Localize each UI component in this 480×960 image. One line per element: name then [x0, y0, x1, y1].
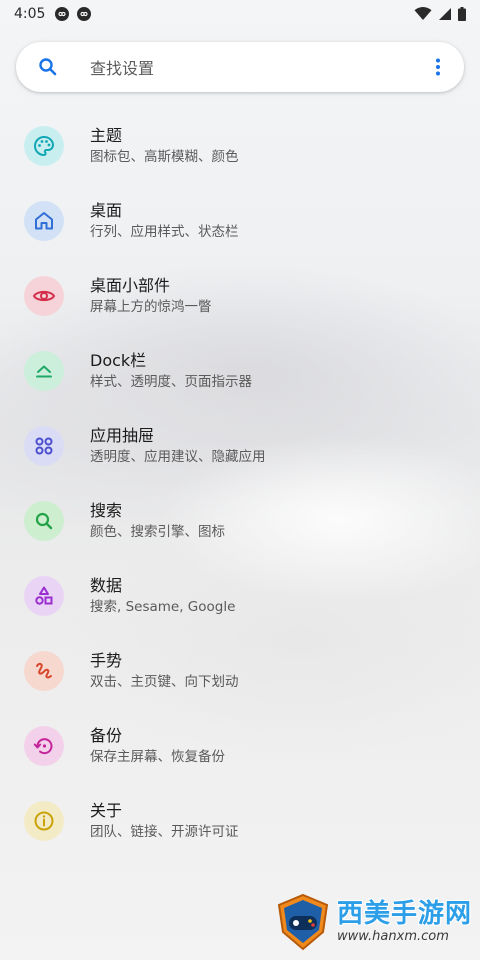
settings-item-gestures[interactable]: 手势 双击、主页键、向下划动: [0, 633, 480, 708]
more-vert-icon[interactable]: [426, 55, 450, 79]
settings-item-widgets[interactable]: 桌面小部件 屏幕上方的惊鸿一瞥: [0, 258, 480, 333]
item-title: 关于: [90, 800, 123, 820]
item-title: 手势: [90, 650, 123, 670]
wifi-icon: [414, 7, 432, 20]
settings-item-backup[interactable]: 备份 保存主屏幕、恢复备份: [0, 708, 480, 783]
palette-icon: [24, 125, 64, 166]
item-title: 主题: [90, 125, 123, 145]
watermark-url: www.hanxm.com: [336, 929, 449, 944]
item-subtitle: 双击、主页键、向下划动: [90, 673, 239, 690]
settings-item-theme[interactable]: 主题 图标包、高斯模糊、颜色: [0, 108, 480, 183]
backup-restore-icon: [24, 725, 64, 766]
item-subtitle: 行列、应用样式、状态栏: [90, 223, 239, 240]
item-title: 应用抽屉: [90, 425, 155, 445]
settings-item-app-drawer[interactable]: 应用抽屉 透明度、应用建议、隐藏应用: [0, 408, 480, 483]
item-subtitle: 团队、链接、开源许可证: [90, 823, 239, 840]
status-time: 4:05: [14, 6, 46, 22]
search-icon: [24, 500, 64, 541]
item-subtitle: 颜色、搜索引擎、图标: [90, 523, 225, 540]
shapes-icon: [24, 575, 64, 616]
item-subtitle: 图标包、高斯模糊、颜色: [90, 148, 239, 165]
item-subtitle: 屏幕上方的惊鸿一瞥: [90, 298, 212, 315]
item-title: 备份: [90, 725, 123, 745]
battery-icon: [458, 7, 466, 21]
item-title: 搜索: [90, 500, 123, 520]
settings-item-about[interactable]: 关于 团队、链接、开源许可证: [0, 783, 480, 858]
dock-icon: [24, 350, 64, 391]
settings-item-desktop[interactable]: 桌面 行列、应用样式、状态栏: [0, 183, 480, 258]
eye-icon: [24, 275, 64, 316]
shield-gamepad-logo-icon: [277, 893, 329, 951]
home-icon: [24, 200, 64, 241]
item-title: 桌面: [90, 200, 123, 220]
item-subtitle: 保存主屏幕、恢复备份: [90, 748, 225, 765]
search-icon: [39, 58, 57, 76]
item-subtitle: 透明度、应用建议、隐藏应用: [90, 448, 266, 465]
item-subtitle: 搜索, Sesame, Google: [90, 598, 236, 615]
item-subtitle: 样式、透明度、页面指示器: [90, 373, 252, 390]
settings-item-dock[interactable]: Dock栏 样式、透明度、页面指示器: [0, 333, 480, 408]
settings-search-bar[interactable]: 查找设置: [16, 42, 464, 92]
status-bar: 4:05: [0, 0, 480, 28]
item-title: Dock栏: [90, 350, 147, 370]
info-icon: [24, 800, 64, 841]
search-input[interactable]: 查找设置: [90, 55, 426, 79]
settings-item-data[interactable]: 数据 搜索, Sesame, Google: [0, 558, 480, 633]
apps-grid-icon: [24, 425, 64, 466]
settings-item-search[interactable]: 搜索 颜色、搜索引擎、图标: [0, 483, 480, 558]
loop-icon: [77, 7, 92, 21]
loop-icon: [55, 7, 70, 21]
signal-icon: [439, 8, 451, 20]
gesture-icon: [24, 650, 64, 691]
site-watermark: 西美手游网 www.hanxm.com: [273, 892, 472, 952]
watermark-title: 西美手游网: [336, 899, 472, 929]
settings-list: 主题 图标包、高斯模糊、颜色 桌面 行列、应用样式、状态栏 桌面小部件 屏幕上方…: [0, 108, 480, 858]
item-title: 数据: [90, 575, 123, 595]
item-title: 桌面小部件: [90, 275, 171, 295]
